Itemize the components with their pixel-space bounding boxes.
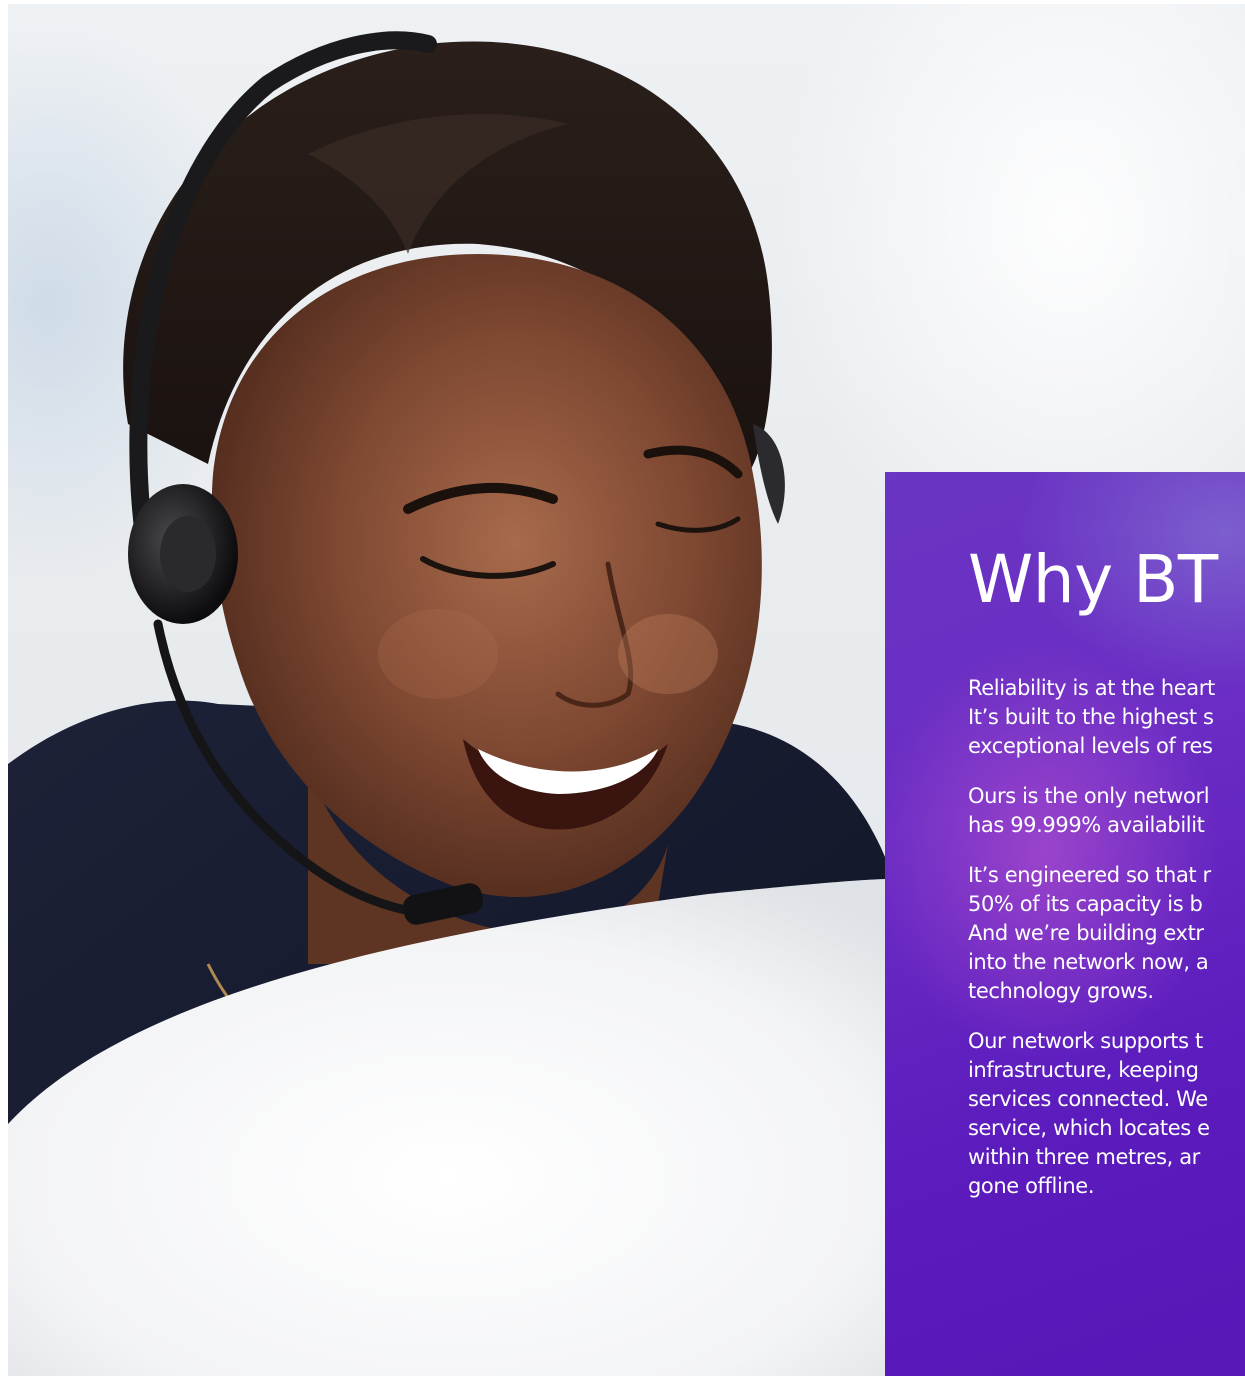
text-line: technology grows.: [968, 979, 1154, 1003]
why-bt-panel: Why BT Reliability is at the heart It’s …: [885, 472, 1245, 1376]
text-line: It’s engineered so that r: [968, 863, 1211, 887]
text-line: exceptional levels of res: [968, 734, 1213, 758]
text-line: Reliability is at the heart: [968, 676, 1215, 700]
text-line: services connected. We: [968, 1087, 1208, 1111]
paragraph-reliability: Reliability is at the heart It’s built t…: [968, 674, 1245, 761]
text-line: gone offline.: [968, 1174, 1095, 1198]
paragraph-infrastructure: Our network supports t infrastructure, k…: [968, 1027, 1245, 1201]
paragraph-capacity: It’s engineered so that r 50% of its cap…: [968, 861, 1245, 1006]
text-line: service, which locates e: [968, 1116, 1210, 1140]
text-line: infrastructure, keeping: [968, 1058, 1199, 1082]
panel-body: Reliability is at the heart It’s built t…: [968, 674, 1245, 1222]
text-line: Our network supports t: [968, 1029, 1203, 1053]
text-line: into the network now, a: [968, 950, 1209, 974]
page: Why BT Reliability is at the heart It’s …: [0, 0, 1245, 1376]
panel-title: Why BT: [968, 541, 1218, 618]
text-line: It’s built to the highest s: [968, 705, 1214, 729]
text-line: has 99.999% availabilit: [968, 813, 1205, 837]
text-line: Ours is the only networl: [968, 784, 1210, 808]
text-line: And we’re building extr: [968, 921, 1204, 945]
text-line: within three metres, ar: [968, 1145, 1200, 1169]
paragraph-availability: Ours is the only networl has 99.999% ava…: [968, 782, 1245, 840]
text-line: 50% of its capacity is b: [968, 892, 1203, 916]
